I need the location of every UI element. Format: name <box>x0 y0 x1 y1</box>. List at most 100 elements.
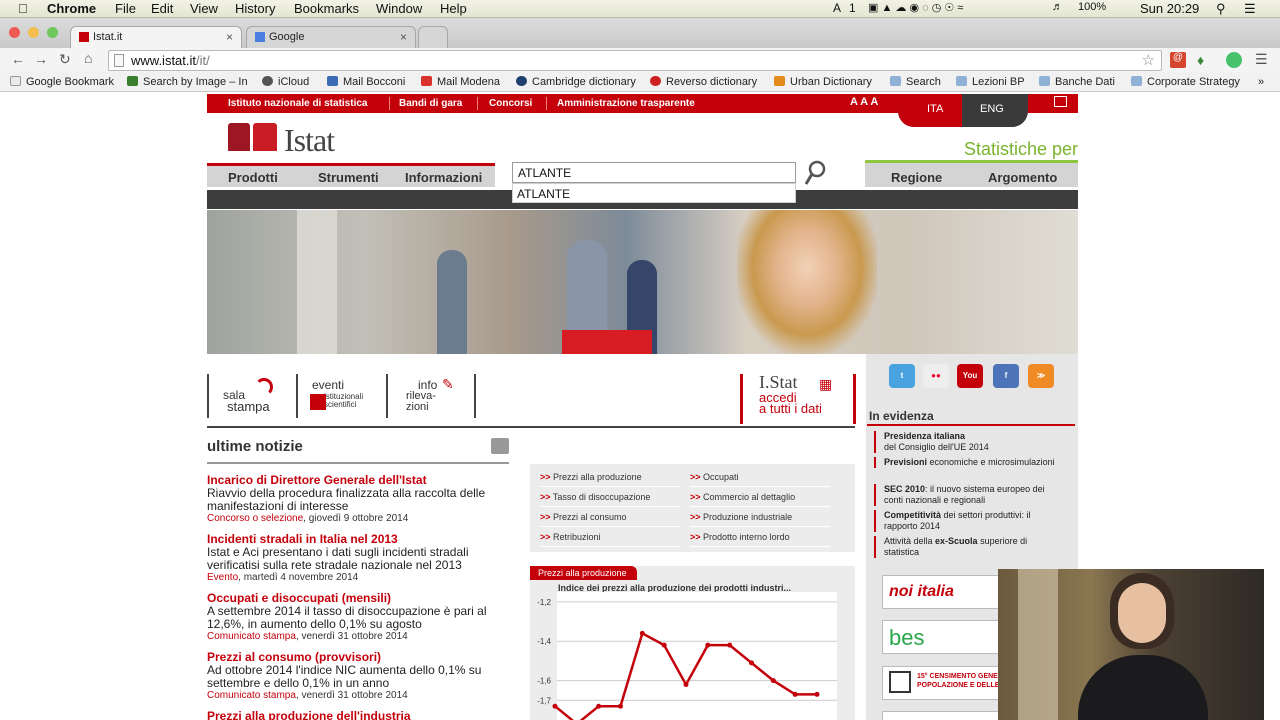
reload-icon[interactable]: ↻ <box>59 51 71 68</box>
notification-center-icon[interactable]: ☰ <box>1244 1 1256 17</box>
istat-logo[interactable]: Istat <box>284 122 335 159</box>
menu-view[interactable]: View <box>190 1 218 16</box>
news-headline[interactable]: Prezzi al consumo (provvisori) <box>207 650 512 664</box>
main-nav-left: Prodotti Strumenti Informazioni <box>207 163 495 187</box>
menu-bookmarks[interactable]: Bookmarks <box>294 1 359 16</box>
input-count: 1 <box>849 1 856 15</box>
print-icon[interactable] <box>1054 96 1067 107</box>
bookmark-folder[interactable]: Banche Dati <box>1039 76 1115 88</box>
news-category[interactable]: Comunicato stampa <box>207 690 296 701</box>
minimize-window-button[interactable] <box>28 27 39 38</box>
battery-percent[interactable]: 100% <box>1078 1 1106 13</box>
news-headline[interactable]: Incidenti stradali in Italia nel 2013 <box>207 532 512 546</box>
bookmark-item[interactable]: Reverso dictionary <box>650 76 757 88</box>
menu-app-name[interactable]: Chrome <box>47 1 96 16</box>
tab-google[interactable]: Google × <box>246 26 416 48</box>
topbar-link[interactable]: Amministrazione trasparente <box>557 98 695 109</box>
lang-eng[interactable]: ENG <box>980 103 1004 115</box>
indicator-link[interactable]: >> Commercio al dettaglio <box>690 492 830 507</box>
indicator-link[interactable]: >> Occupati <box>690 472 830 487</box>
extension-mail-icon[interactable]: @ <box>1170 52 1186 68</box>
evidenza-item[interactable]: Presidenza italiana del Consiglio dell'UE… <box>874 431 1064 453</box>
bookmark-folder[interactable]: Corporate Strategy <box>1131 76 1240 88</box>
evidenza-item[interactable]: Competitività dei settori produttivi: il… <box>874 510 1064 532</box>
istat-accedi-link[interactable]: I.Stat accedi a tutti i dati ▦ <box>740 372 856 424</box>
evidenza-item[interactable]: SEC 2010: il nuovo sistema europeo dei c… <box>874 484 1064 506</box>
indicator-link[interactable]: >> Produzione industriale <box>690 512 830 527</box>
search-suggestion[interactable]: ATLANTE <box>512 183 796 203</box>
bookmark-folder[interactable]: Search <box>890 76 941 88</box>
forward-arrow-icon[interactable]: → <box>34 51 48 67</box>
indicator-link[interactable]: >> Prezzi al consumo <box>540 512 680 527</box>
flickr-icon[interactable]: ●● <box>923 364 949 388</box>
indicator-link[interactable]: >> Tasso di disoccupazione <box>540 492 680 507</box>
youtube-icon[interactable]: You <box>957 364 983 388</box>
nav-prodotti[interactable]: Prodotti <box>228 170 278 185</box>
spotlight-icon[interactable]: ⚲ <box>1216 1 1226 17</box>
zoom-window-button[interactable] <box>47 27 58 38</box>
star-icon[interactable]: ☆ <box>1142 51 1155 69</box>
adobe-status-icon[interactable]: A <box>833 1 841 15</box>
home-icon[interactable]: ⌂ <box>84 50 92 66</box>
apple-icon[interactable]:  <box>18 1 28 16</box>
nav-strumenti[interactable]: Strumenti <box>318 170 379 185</box>
eventi-link[interactable]: eventi istituzionali scientifici <box>296 374 380 418</box>
bookmark-folder[interactable]: Lezioni BP <box>956 76 1025 88</box>
evidenza-item[interactable]: Previsioni economiche e microsimulazioni <box>874 457 1064 468</box>
indicator-link[interactable]: >> Prodotto interno lordo <box>690 532 830 547</box>
evidenza-item[interactable]: Attività della ex-Scuola superiore di st… <box>874 536 1064 558</box>
bookmark-item[interactable]: iCloud <box>262 76 309 88</box>
bookmark-item[interactable]: Search by Image – In <box>127 76 247 88</box>
lang-ita[interactable]: ITA <box>898 94 962 127</box>
status-icons[interactable]: ▣ ▲ ☁ ◉ ◌ ◷ ☉ ≈ <box>868 1 963 14</box>
font-size-controls[interactable]: A A A <box>850 96 878 108</box>
menu-edit[interactable]: Edit <box>151 1 173 16</box>
indicator-link[interactable]: >> Prezzi alla produzione <box>540 472 680 487</box>
news-category[interactable]: Concorso o selezione <box>207 513 303 524</box>
facebook-icon[interactable]: f <box>993 364 1019 388</box>
close-tab-icon[interactable]: × <box>226 30 233 44</box>
rss-icon[interactable] <box>491 438 509 454</box>
separator <box>389 97 390 110</box>
topbar-link[interactable]: Bandi di gara <box>399 98 462 109</box>
info-rilevazioni-link[interactable]: info rileva-zioni ✎ <box>386 374 476 418</box>
twitter-icon[interactable]: t <box>889 364 915 388</box>
volume-icon[interactable]: ♬ <box>1052 1 1063 13</box>
chart-tab[interactable]: Prezzi alla produzione <box>530 566 637 580</box>
bookmark-item[interactable]: Urban Dictionary <box>774 76 872 88</box>
new-tab-button[interactable] <box>418 26 448 48</box>
bookmark-item[interactable]: Cambridge dictionary <box>516 76 636 88</box>
address-bar[interactable]: www.istat.it/it/ ☆ <box>108 50 1162 71</box>
news-headline[interactable]: Incarico di Direttore Generale dell'Ista… <box>207 473 512 487</box>
extension-green-icon[interactable] <box>1226 52 1242 68</box>
more-bookmarks-icon[interactable]: » <box>1258 76 1264 88</box>
evidenza-rule <box>867 424 1075 426</box>
news-category[interactable]: Comunicato stampa <box>207 631 296 642</box>
news-headline[interactable]: Prezzi alla produzione dell'industria <box>207 709 512 720</box>
sala-stampa-link[interactable]: sala stampa <box>207 374 291 418</box>
chrome-menu-icon[interactable]: ☰ <box>1255 51 1268 68</box>
news-headline[interactable]: Occupati e disoccupati (mensili) <box>207 591 512 605</box>
search-input[interactable]: ATLANTE <box>512 162 796 183</box>
back-arrow-icon[interactable]: ← <box>11 51 25 67</box>
menu-help[interactable]: Help <box>440 1 467 16</box>
bookmark-item[interactable]: Mail Bocconi <box>327 76 405 88</box>
topbar-link[interactable]: Istituto nazionale di statistica <box>228 98 367 109</box>
topbar-link[interactable]: Concorsi <box>489 98 532 109</box>
tab-istat[interactable]: Istat.it × <box>70 26 242 48</box>
menu-history[interactable]: History <box>235 1 275 16</box>
search-icon[interactable] <box>803 158 829 188</box>
extension-puzzle-icon[interactable]: ♦ <box>1197 52 1213 68</box>
news-category[interactable]: Evento <box>207 572 238 583</box>
indicator-link[interactable]: >> Retribuzioni <box>540 532 680 547</box>
menu-file[interactable]: File <box>115 1 136 16</box>
menu-window[interactable]: Window <box>376 1 422 16</box>
bookmark-item[interactable]: Mail Modena <box>421 76 500 88</box>
close-tab-icon[interactable]: × <box>400 30 407 44</box>
bookmark-item[interactable]: Google Bookmark <box>10 76 114 88</box>
rss-feed-icon[interactable]: ≫ <box>1028 364 1054 388</box>
hero-image[interactable] <box>207 210 1078 354</box>
clock[interactable]: Sun 20:29 <box>1140 1 1199 16</box>
close-window-button[interactable] <box>9 27 20 38</box>
nav-informazioni[interactable]: Informazioni <box>405 170 482 185</box>
